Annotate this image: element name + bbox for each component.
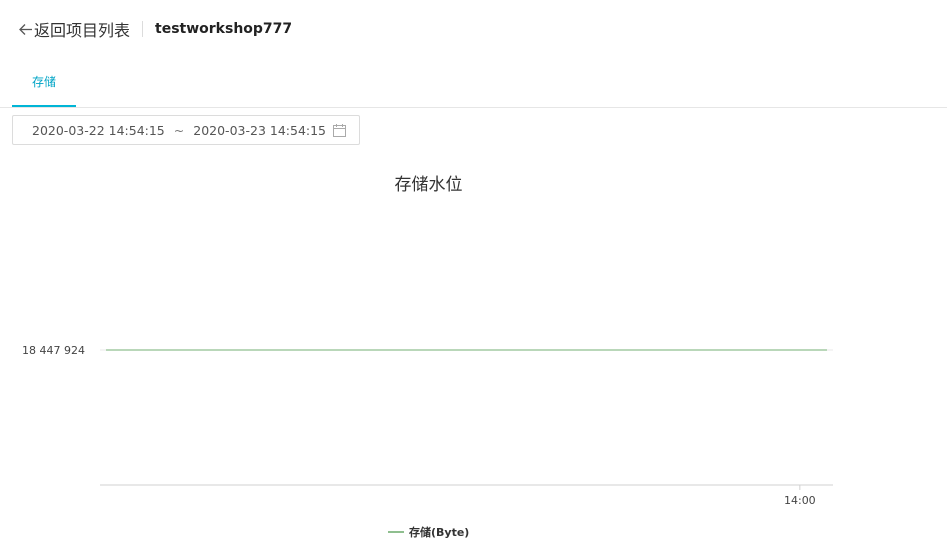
tab-storage[interactable]: 存储 bbox=[12, 58, 76, 107]
tab-bar: 存储 bbox=[0, 58, 947, 108]
x-tick-label: 14:00 bbox=[784, 494, 816, 507]
header-divider bbox=[142, 21, 144, 37]
range-separator: ~ bbox=[173, 122, 185, 138]
legend-label: 存储(Byte) bbox=[409, 526, 470, 539]
chart-canvas: 18 447 924 14:00 bbox=[22, 344, 833, 507]
date-range-picker[interactable]: 2020-03-22 14:54:15 ~ 2020-03-23 14:54:1… bbox=[12, 115, 360, 145]
back-to-project-list-link[interactable]: 返回项目列表 bbox=[18, 17, 130, 41]
range-start-date: 2020-03-22 14:54:15 bbox=[32, 122, 165, 138]
chart-legend[interactable]: 存储(Byte) bbox=[388, 524, 469, 540]
range-end-date: 2020-03-23 14:54:15 bbox=[193, 122, 327, 138]
page-header: 返回项目列表 testworkshop777 bbox=[18, 16, 292, 42]
project-name: testworkshop777 bbox=[155, 21, 293, 37]
y-tick-label: 18 447 924 bbox=[22, 344, 85, 357]
calendar-icon bbox=[333, 124, 346, 137]
legend-swatch bbox=[388, 531, 404, 533]
arrow-left-icon bbox=[19, 23, 32, 35]
storage-chart: 存储水位 18 447 924 14:00 存储(Byte) bbox=[0, 160, 947, 560]
back-link-label: 返回项目列表 bbox=[34, 21, 131, 40]
